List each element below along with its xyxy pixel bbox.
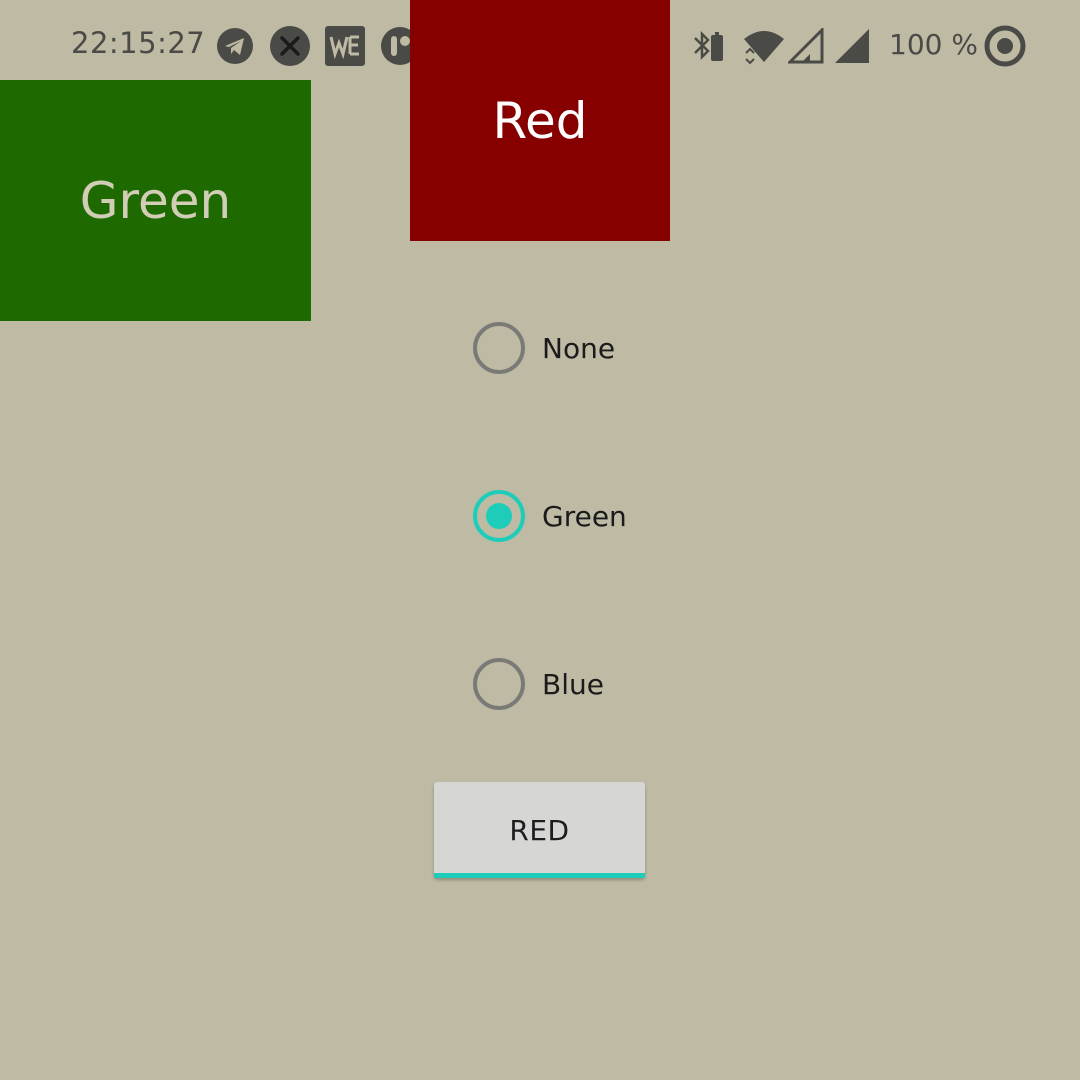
bluetooth-battery-icon bbox=[692, 29, 728, 63]
status-time: 22:15:27 bbox=[71, 26, 206, 60]
radio-unchecked-icon bbox=[472, 321, 526, 375]
wifi-icon bbox=[743, 29, 785, 65]
signal-icon bbox=[834, 28, 870, 64]
target-icon bbox=[984, 25, 1026, 67]
red-box-label: Red bbox=[492, 91, 588, 150]
green-box-label: Green bbox=[79, 171, 232, 230]
radio-option-none[interactable]: None bbox=[472, 321, 615, 375]
radio-option-blue[interactable]: Blue bbox=[472, 657, 604, 711]
radio-label-blue: Blue bbox=[542, 667, 604, 701]
red-button[interactable]: RED bbox=[434, 782, 645, 878]
radio-label-none: None bbox=[542, 331, 616, 365]
telegram-icon bbox=[217, 28, 253, 64]
close-circle-icon bbox=[270, 26, 310, 66]
radio-unchecked-icon bbox=[472, 657, 526, 711]
radio-option-green[interactable]: Green bbox=[472, 489, 627, 543]
red-box: Red bbox=[410, 0, 670, 241]
radio-checked-icon bbox=[472, 489, 526, 543]
red-button-label: RED bbox=[509, 813, 570, 847]
green-box: Green bbox=[0, 80, 311, 321]
signal-outline-icon bbox=[788, 28, 824, 64]
button-accent-underline bbox=[434, 873, 645, 878]
radio-label-green: Green bbox=[542, 499, 627, 533]
battery-percentage: 100 % bbox=[889, 28, 978, 61]
app-w-icon bbox=[325, 26, 365, 66]
